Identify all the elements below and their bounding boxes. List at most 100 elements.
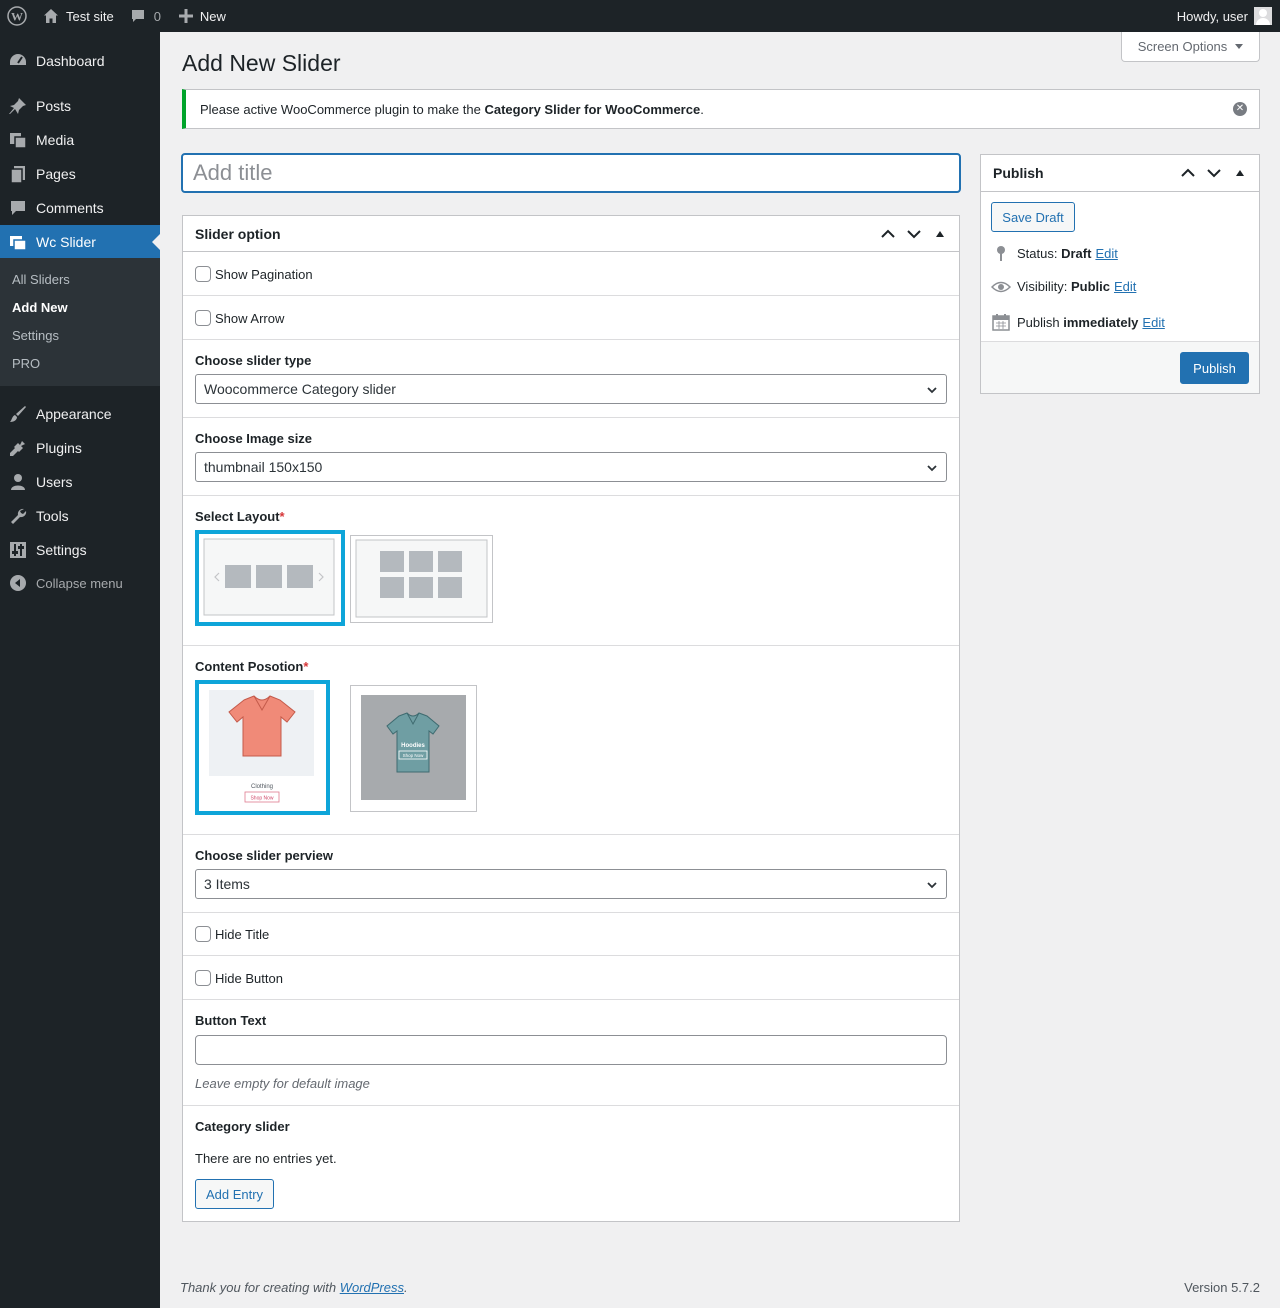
- menu-item-plugins[interactable]: Plugins: [0, 431, 160, 465]
- edit-status-link[interactable]: Edit: [1095, 246, 1117, 261]
- menu-item-appearance[interactable]: Appearance: [0, 397, 160, 431]
- button-text-description: Leave empty for default image: [195, 1076, 370, 1091]
- comment-bubble-icon: [130, 8, 146, 24]
- layout-option-grid[interactable]: [350, 535, 493, 623]
- calendar-icon: [991, 313, 1011, 331]
- slider-type-select[interactable]: Woocommerce Category slider: [195, 374, 947, 404]
- select-value: Woocommerce Category slider: [204, 381, 396, 397]
- save-draft-button[interactable]: Save Draft: [991, 202, 1075, 232]
- show-pagination-checkbox[interactable]: Show Pagination: [195, 266, 313, 282]
- visibility-value: Public: [1070, 279, 1110, 294]
- new-label: New: [199, 8, 226, 24]
- menu-item-media[interactable]: Media: [0, 123, 160, 157]
- menu-label: Media: [36, 132, 75, 148]
- howdy-greeting: Howdy, user: [1176, 8, 1248, 24]
- screen-options-button[interactable]: Screen Options: [1121, 32, 1260, 62]
- checkbox-label: Hide Button: [215, 970, 283, 986]
- slider-type-label: Choose slider type: [195, 353, 312, 368]
- hide-title-checkbox[interactable]: Hide Title: [195, 926, 269, 942]
- svg-text:W: W: [11, 10, 23, 24]
- image-size-label: Choose Image size: [195, 431, 313, 446]
- checkbox-box[interactable]: [195, 926, 211, 942]
- menu-item-tools[interactable]: Tools: [0, 499, 160, 533]
- menu-label: Pages: [36, 166, 76, 182]
- publish-button[interactable]: Publish: [1180, 352, 1249, 384]
- menu-item-users[interactable]: Users: [0, 465, 160, 499]
- submenu-settings[interactable]: Settings: [12, 328, 59, 343]
- plus-icon: [178, 9, 193, 23]
- menu-label: Tools: [36, 508, 69, 524]
- status-value: Draft: [1061, 245, 1092, 261]
- menu-item-comments[interactable]: Comments: [0, 191, 160, 225]
- menu-item-dashboard[interactable]: Dashboard: [0, 44, 160, 78]
- new-content-link[interactable]: New: [169, 0, 234, 32]
- notice-text: Please active WooCommerce plugin to make…: [200, 101, 704, 117]
- pin-icon: [0, 97, 36, 115]
- svg-text:Clothing: Clothing: [251, 784, 273, 790]
- perview-select[interactable]: 3 Items: [195, 869, 947, 899]
- site-name-link[interactable]: Test site: [35, 0, 122, 32]
- caret-down-icon: [1235, 44, 1244, 49]
- hide-button-checkbox[interactable]: Hide Button: [195, 970, 283, 986]
- menu-item-posts[interactable]: Posts: [0, 89, 160, 123]
- publish-postbox: Publish Save Draft Status: Draft Edit Vi…: [980, 154, 1260, 394]
- no-entries-text: There are no entries yet.: [195, 1151, 337, 1166]
- wordpress-logo-icon[interactable]: W: [0, 0, 35, 32]
- comments-link[interactable]: 0: [122, 0, 169, 32]
- submenu-add-new[interactable]: Add New: [12, 300, 68, 315]
- checkbox-label: Hide Title: [215, 926, 270, 942]
- button-text-label: Button Text: [195, 1013, 267, 1028]
- edit-schedule-link[interactable]: Edit: [1142, 315, 1164, 330]
- collapse-menu-button[interactable]: Collapse menu: [0, 566, 160, 600]
- submenu-pro[interactable]: PRO: [12, 356, 40, 371]
- checkbox-box[interactable]: [195, 266, 211, 282]
- settings-sliders-icon: [0, 541, 36, 559]
- perview-label: Choose slider perview: [195, 848, 333, 863]
- dismiss-icon[interactable]: ✕: [1233, 102, 1247, 116]
- layout-option-carousel[interactable]: [195, 530, 345, 626]
- my-account-link[interactable]: Howdy, user: [1177, 0, 1280, 32]
- edit-visibility-link[interactable]: Edit: [1114, 279, 1136, 294]
- pages-icon: [0, 165, 36, 183]
- move-up-icon[interactable]: [1175, 159, 1201, 187]
- move-down-icon[interactable]: [901, 220, 927, 248]
- user-icon: [0, 473, 36, 491]
- visibility-row: Visibility: Public Edit: [991, 279, 1136, 294]
- menu-item-pages[interactable]: Pages: [0, 157, 160, 191]
- content-position-option-overlay[interactable]: Hoodies Shop Now: [350, 685, 477, 812]
- menu-label: Appearance: [36, 406, 112, 422]
- toggle-panel-icon[interactable]: [927, 220, 953, 248]
- screen-options-label: Screen Options: [1137, 39, 1228, 54]
- avatar: [1254, 7, 1272, 25]
- row-show-pagination: Show Pagination: [183, 253, 959, 296]
- grid-layout-icon: [355, 539, 488, 618]
- chevron-down-icon: [926, 461, 938, 477]
- checkbox-label: Show Pagination: [215, 266, 313, 282]
- row-select-layout: Select Layout*: [183, 496, 959, 646]
- show-arrow-checkbox[interactable]: Show Arrow: [195, 310, 284, 326]
- menu-item-settings[interactable]: Settings: [0, 533, 160, 567]
- checkbox-box[interactable]: [195, 310, 211, 326]
- menu-label: Dashboard: [36, 53, 105, 69]
- footer-version: Version 5.7.2: [1184, 1280, 1260, 1295]
- menu-item-wc-slider[interactable]: Wc Slider: [0, 225, 160, 259]
- submenu-all-sliders[interactable]: All Sliders: [12, 272, 70, 287]
- image-size-select[interactable]: thumbnail 150x150: [195, 452, 947, 482]
- footer-thanks: Thank you for creating with WordPress.: [180, 1280, 408, 1295]
- button-text-input[interactable]: [195, 1035, 947, 1065]
- row-show-arrow: Show Arrow: [183, 296, 959, 340]
- dashboard-icon: [0, 52, 36, 70]
- post-title-input[interactable]: [181, 153, 961, 193]
- select-value: thumbnail 150x150: [204, 459, 323, 475]
- move-down-icon[interactable]: [1201, 159, 1227, 187]
- add-entry-button[interactable]: Add Entry: [195, 1179, 274, 1209]
- checkbox-box[interactable]: [195, 970, 211, 986]
- move-up-icon[interactable]: [875, 220, 901, 248]
- wordpress-link[interactable]: WordPress: [340, 1280, 404, 1295]
- visibility-label: Visibility:: [1017, 279, 1068, 294]
- admin-sidebar: Dashboard Posts Media Pages Comments Wc …: [0, 32, 160, 1308]
- toggle-panel-icon[interactable]: [1227, 159, 1253, 187]
- publish-label: Publish: [1017, 314, 1060, 330]
- page-title: Add New Slider: [182, 50, 341, 76]
- content-position-option-below[interactable]: Clothing Shop Now: [195, 680, 330, 815]
